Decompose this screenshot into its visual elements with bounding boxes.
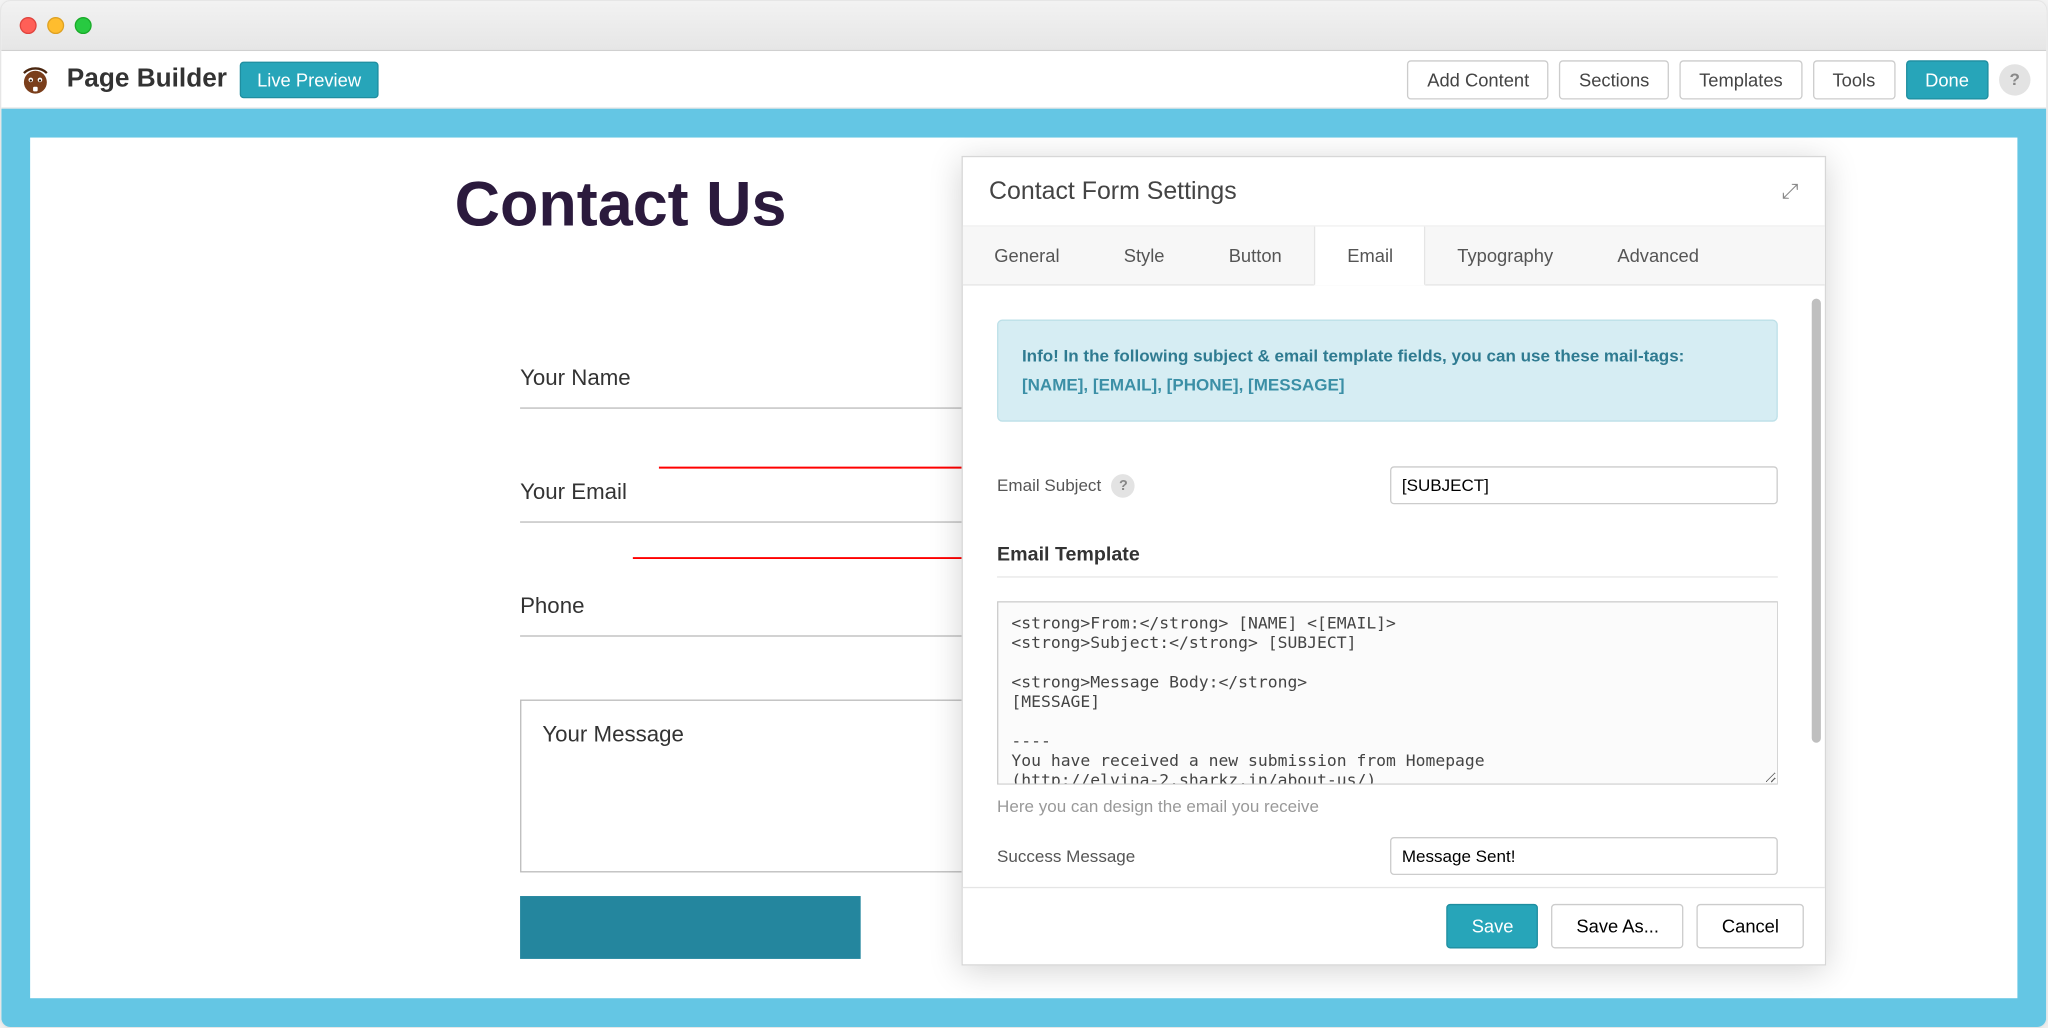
info-box: Info! In the following subject & email t… [997,320,1778,422]
settings-panel: Contact Form Settings ⤢ General Style Bu… [962,156,1827,966]
sections-button[interactable]: Sections [1559,60,1669,99]
help-icon[interactable]: ? [1112,474,1136,498]
info-text: Info! In the following subject & email t… [1022,346,1684,366]
add-content-button[interactable]: Add Content [1408,60,1549,99]
zoom-icon[interactable] [75,17,92,34]
close-icon[interactable] [20,17,37,34]
scrollbar[interactable] [1812,299,1821,743]
expand-icon[interactable]: ⤢ [1782,181,1799,205]
success-message-input[interactable] [1390,837,1778,875]
email-template-textarea[interactable] [997,602,1778,785]
cancel-button[interactable]: Cancel [1697,904,1804,949]
email-subject-label: Email Subject [997,476,1101,496]
app-title: Page Builder [67,64,227,94]
done-button[interactable]: Done [1905,60,1988,99]
submit-button[interactable] [520,896,861,959]
divider [997,577,1778,578]
success-message-label: Success Message [997,847,1135,867]
canvas: Contact Us Your Name Your Email Phone Yo… [1,109,2046,1027]
email-subject-input[interactable] [1390,467,1778,505]
save-as-button[interactable]: Save As... [1552,904,1684,949]
email-template-help: Here you can design the email you receiv… [997,797,1778,817]
templates-button[interactable]: Templates [1679,60,1802,99]
tab-general[interactable]: General [963,227,1092,285]
live-preview-button[interactable]: Live Preview [240,61,378,98]
help-icon[interactable]: ? [1999,64,2030,95]
beaver-icon [17,61,54,98]
email-template-heading: Email Template [997,544,1778,566]
info-tags: [NAME], [EMAIL], [PHONE], [MESSAGE] [1022,375,1345,395]
tab-button[interactable]: Button [1197,227,1314,285]
minimize-icon[interactable] [47,17,64,34]
tools-button[interactable]: Tools [1813,60,1895,99]
builder-toolbar: Page Builder Live Preview Add Content Se… [1,51,2046,109]
panel-tabs: General Style Button Email Typography Ad… [963,227,1825,286]
panel-title: Contact Form Settings [989,178,1237,207]
page-title: Contact Us [455,169,787,241]
save-button[interactable]: Save [1447,904,1539,949]
tab-style[interactable]: Style [1092,227,1197,285]
tab-advanced[interactable]: Advanced [1586,227,1732,285]
tab-typography[interactable]: Typography [1426,227,1586,285]
tab-email[interactable]: Email [1314,227,1425,286]
window-chrome [1,1,2046,51]
